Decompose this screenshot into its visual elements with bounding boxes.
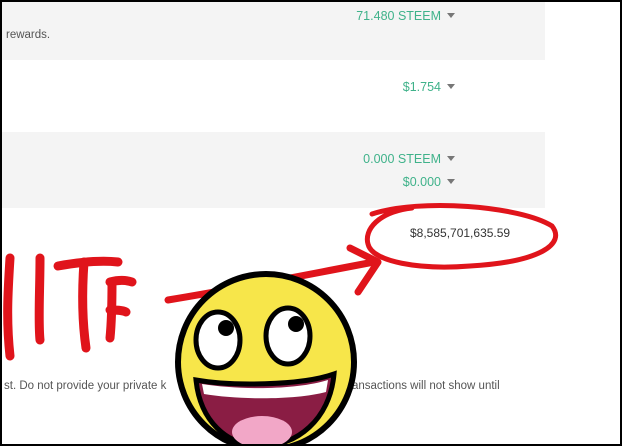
awesome-face-sticker (175, 271, 357, 446)
wtf-handwriting (3, 253, 137, 361)
annotation-overlay (3, 202, 559, 446)
red-circle-annotation (364, 202, 559, 270)
